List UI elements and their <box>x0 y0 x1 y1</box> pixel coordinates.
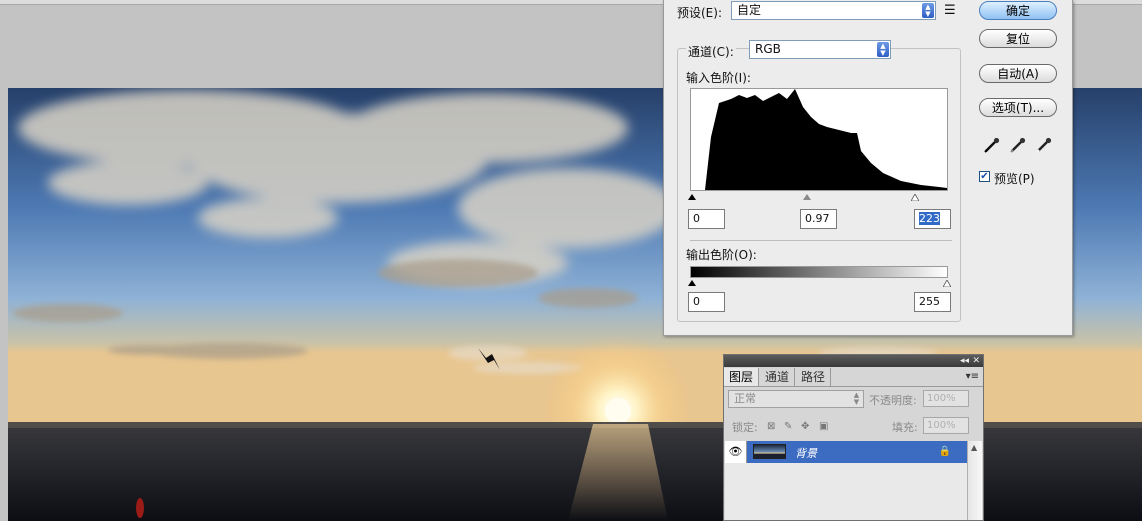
list-menu-icon[interactable]: ☰ <box>944 3 956 18</box>
tab-channels[interactable]: 通道 <box>760 368 796 386</box>
levels-dialog: 预设(E): 自定 ▲ ▼ ☰ 通道(C): RGB ▲ ▼ 输入色阶(I): 0 … <box>663 0 1073 336</box>
blend-mode-select[interactable]: 正常 ▲ ▼ <box>728 390 864 408</box>
output-white-slider[interactable] <box>943 280 951 287</box>
preset-select[interactable]: 自定 ▲ ▼ <box>731 1 936 20</box>
input-black-slider[interactable] <box>688 194 696 200</box>
lock-brush-icon[interactable]: ✎ <box>784 421 792 432</box>
tab-layers[interactable]: 图层 <box>724 368 760 386</box>
layers-panel: ◂◂ ✕ 图层 通道 路径 ▾≡ 正常 ▲ ▼ 不透明度: 100% 锁定: ⊠ … <box>723 354 984 521</box>
preview-checkbox[interactable]: ✔ <box>979 171 990 182</box>
auto-button[interactable]: 自动(A) <box>979 64 1057 83</box>
output-levels-label: 输出色阶(O): <box>686 248 757 262</box>
lock-all-icon[interactable]: ▣ <box>819 421 828 432</box>
preset-label: 预设(E): <box>677 6 722 20</box>
options-button[interactable]: 选项(T)... <box>979 98 1057 117</box>
fill-field[interactable]: 100% <box>923 417 969 434</box>
layer-thumbnail <box>753 444 786 459</box>
preset-value: 自定 <box>737 3 762 17</box>
lock-label: 锁定: <box>732 421 758 434</box>
histogram-graph <box>705 89 947 190</box>
layers-scrollbar[interactable]: ▲ <box>967 441 982 520</box>
panel-titlebar: ◂◂ ✕ <box>724 355 983 367</box>
lock-icon: 🔒 <box>938 446 951 457</box>
scroll-up-icon[interactable]: ▲ <box>971 443 977 452</box>
tab-paths[interactable]: 路径 <box>796 368 832 386</box>
black-eyedropper-icon[interactable] <box>983 136 1001 154</box>
input-gamma-slider[interactable] <box>803 194 811 200</box>
input-gamma-field[interactable]: 0.97 <box>800 209 837 229</box>
reset-button[interactable]: 复位 <box>979 29 1057 48</box>
output-gradient <box>690 266 948 278</box>
input-white-slider[interactable] <box>911 194 919 201</box>
panel-menu-icon[interactable]: ▾≡ <box>966 371 979 382</box>
lock-move-icon[interactable]: ✥ <box>801 421 809 432</box>
output-black-field[interactable]: 0 <box>688 292 725 312</box>
fill-label: 填充: <box>892 421 918 434</box>
lock-transparent-icon[interactable]: ⊠ <box>767 421 775 432</box>
layer-name: 背景 <box>795 447 817 460</box>
collapse-icon[interactable]: ◂◂ <box>960 355 969 367</box>
close-icon[interactable]: ✕ <box>972 355 980 367</box>
opacity-field[interactable]: 100% <box>923 390 969 407</box>
channel-label: 通道(C): <box>686 43 736 60</box>
channel-select[interactable]: RGB ▲ ▼ <box>749 40 891 59</box>
histogram <box>690 88 948 191</box>
chevron-updown-icon: ▲ ▼ <box>877 42 889 57</box>
chevron-updown-icon: ▲ ▼ <box>853 391 860 406</box>
opacity-label: 不透明度: <box>869 394 917 407</box>
layers-list-empty <box>725 463 967 520</box>
input-levels-label: 输入色阶(I): <box>686 71 751 85</box>
divider <box>690 240 952 241</box>
channel-value: RGB <box>755 42 781 56</box>
chevron-updown-icon: ▲ ▼ <box>922 3 934 18</box>
input-black-field[interactable]: 0 <box>688 209 725 229</box>
white-eyedropper-icon[interactable] <box>1035 136 1053 154</box>
preview-label: 预览(P) <box>994 172 1035 186</box>
eye-icon[interactable]: 👁 <box>725 441 747 463</box>
output-white-field[interactable]: 255 <box>914 292 951 312</box>
layer-row-background[interactable]: 👁 背景 🔒 <box>725 441 967 463</box>
gray-eyedropper-icon[interactable] <box>1009 136 1027 154</box>
ok-button[interactable]: 确定 <box>979 1 1057 20</box>
panel-tabs: 图层 通道 路径 ▾≡ <box>724 368 983 387</box>
output-black-slider[interactable] <box>688 280 696 286</box>
input-white-field[interactable]: 223 <box>914 209 951 229</box>
